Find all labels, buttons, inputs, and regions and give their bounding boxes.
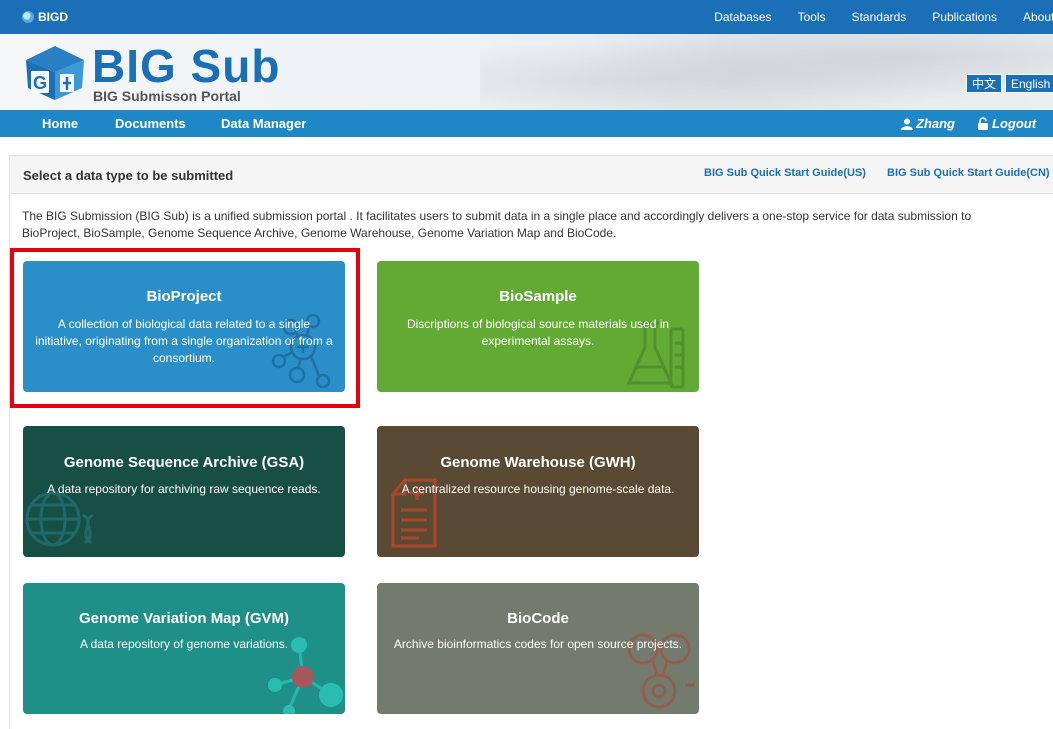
main-nav: Home Documents Data Manager Zhang Logout — [0, 110, 1053, 137]
gvm-card[interactable]: Genome Variation Map (GVM) A data reposi… — [23, 583, 345, 714]
nav-publications[interactable]: Publications — [932, 10, 997, 24]
quick-start-guide-cn-link[interactable]: BIG Sub Quick Start Guide(CN) — [887, 167, 1050, 179]
bigd-home-link[interactable]: BIGD — [22, 9, 68, 25]
biocode-description: Archive bioinformatics codes for open so… — [393, 637, 683, 651]
quick-start-guide-us-link[interactable]: BIG Sub Quick Start Guide(US) — [704, 167, 866, 179]
nav-documents[interactable]: Documents — [115, 116, 186, 131]
big-sub-logo-icon: G — [26, 46, 84, 100]
language-english-button[interactable]: English — [1005, 74, 1053, 93]
logout-label: Logout — [992, 116, 1037, 131]
bigd-label: BIGD — [38, 10, 68, 24]
nav-data-manager[interactable]: Data Manager — [221, 116, 306, 131]
gwh-title: Genome Warehouse (GWH) — [440, 454, 636, 471]
nav-standards[interactable]: Standards — [852, 10, 907, 24]
panel-title: Select a data type to be submitted — [23, 168, 234, 183]
nav-databases[interactable]: Databases — [714, 10, 771, 24]
user-icon — [901, 118, 913, 130]
biocode-title: BioCode — [507, 610, 569, 627]
language-chinese-button[interactable]: 中文 — [966, 74, 1003, 93]
biosample-title: BioSample — [499, 288, 577, 305]
gvm-description: A data repository of genome variations. — [79, 637, 289, 651]
user-menu[interactable]: Zhang — [901, 116, 955, 131]
site-title: BIG Sub — [92, 40, 281, 92]
banner: G BIG Sub BIG Submisson Portal 中文 Englis… — [0, 34, 1053, 110]
nav-tools[interactable]: Tools — [798, 10, 826, 24]
gsa-description: A data repository for archiving raw sequ… — [47, 482, 321, 496]
biosample-description: Discriptions of biological source materi… — [406, 317, 670, 348]
bigd-logo-icon — [22, 11, 34, 23]
gsa-title: Genome Sequence Archive (GSA) — [63, 454, 305, 471]
logout-button[interactable]: Logout — [977, 116, 1036, 131]
bioproject-card[interactable]: BioProject A collection of biological da… — [23, 261, 345, 392]
biosample-card[interactable]: BioSample Discriptions of biological sou… — [377, 261, 699, 392]
top-nav: Databases Tools Standards Publications A… — [714, 0, 1053, 34]
bioproject-title: BioProject — [146, 288, 222, 305]
gwh-card[interactable]: Genome Warehouse (GWH) A centralized res… — [377, 426, 699, 557]
nav-home[interactable]: Home — [42, 116, 78, 131]
bioproject-description: A collection of biological data related … — [35, 317, 333, 365]
banner-background — [480, 34, 1053, 110]
site-subtitle: BIG Submisson Portal — [93, 88, 241, 104]
top-bar: BIGD Databases Tools Standards Publicati… — [0, 0, 1053, 34]
svg-text:G: G — [33, 73, 47, 93]
panel-header: Select a data type to be submitted BIG S… — [9, 155, 1053, 194]
gsa-card[interactable]: Genome Sequence Archive (GSA) A data rep… — [23, 426, 345, 557]
intro-text: The BIG Submission (BIG Sub) is a unifie… — [22, 209, 972, 240]
user-name: Zhang — [916, 116, 955, 131]
lock-icon — [978, 117, 988, 130]
gwh-description: A centralized resource housing genome-sc… — [401, 482, 675, 496]
gvm-title: Genome Variation Map (GVM) — [78, 610, 290, 627]
nav-about[interactable]: About — [1023, 10, 1053, 24]
biocode-card[interactable]: BioCode Archive bioinformatics codes for… — [377, 583, 699, 714]
